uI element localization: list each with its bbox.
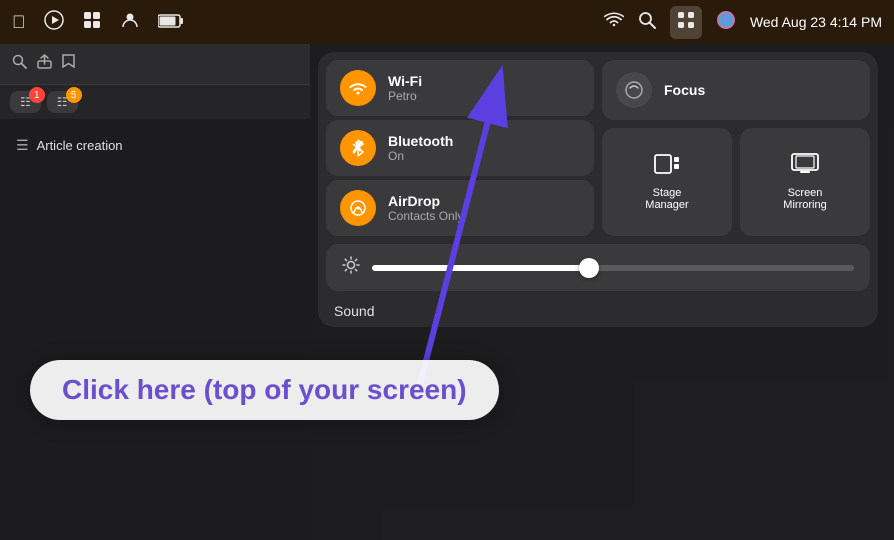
apple-icon[interactable]:  (12, 12, 26, 33)
sidebar-item-label: Article creation (37, 138, 123, 153)
cc-focus-icon (616, 72, 652, 108)
cc-bluetooth-text: Bluetooth On (388, 133, 453, 163)
cc-sound-label: Sound (326, 299, 870, 319)
brightness-slider-track[interactable] (372, 265, 854, 271)
cc-airdrop-text: AirDrop Contacts Only (388, 193, 463, 223)
brightness-slider-fill (372, 265, 589, 271)
menubar-datetime: Wed Aug 23 4:14 PM (750, 14, 882, 30)
cc-screen-mirroring-icon (791, 153, 819, 181)
browser-area: ☷ 1 ☷ 5 ☰ Article creation (0, 44, 310, 540)
search-icon[interactable] (638, 11, 656, 34)
cc-stage-manager-tile[interactable]: StageManager (602, 128, 732, 236)
cc-wifi-title: Wi-Fi (388, 73, 422, 89)
cc-bluetooth-subtitle: On (388, 149, 453, 163)
cc-panel: Wi-Fi Petro ✗ Bluetooth On (318, 52, 878, 327)
menubar:  Wed Au (0, 0, 894, 44)
cc-wifi-subtitle: Petro (388, 89, 422, 103)
grid-icon[interactable] (82, 10, 102, 35)
main-area: ☷ 1 ☷ 5 ☰ Article creation (0, 44, 894, 540)
brightness-icon (342, 256, 360, 279)
cc-bluetooth-tile[interactable]: ✗ Bluetooth On (326, 120, 594, 176)
share-icon[interactable] (37, 54, 52, 74)
control-center-panel: Wi-Fi Petro ✗ Bluetooth On (310, 44, 894, 540)
play-icon[interactable] (44, 10, 64, 35)
sidebar-item-article[interactable]: ☰ Article creation (10, 129, 300, 162)
tab-item-1[interactable]: ☷ 1 (10, 91, 41, 113)
brightness-slider-thumb[interactable] (579, 258, 599, 278)
cc-wifi-icon (340, 70, 376, 106)
cc-bluetooth-title: Bluetooth (388, 133, 453, 149)
battery-icon[interactable] (158, 12, 184, 33)
cc-right-column: Focus StageManager ScreenMirrorin (602, 60, 870, 236)
cc-airdrop-subtitle: Contacts Only (388, 209, 463, 223)
cc-screen-mirroring-tile[interactable]: ScreenMirroring (740, 128, 870, 236)
cc-network-group: Wi-Fi Petro ✗ Bluetooth On (326, 60, 594, 236)
menubar-left:  (12, 10, 184, 35)
siri-icon[interactable] (716, 10, 736, 35)
cc-wifi-text: Wi-Fi Petro (388, 73, 422, 103)
cc-airdrop-title: AirDrop (388, 193, 463, 209)
cc-airdrop-icon (340, 190, 376, 226)
control-center-icon[interactable] (670, 6, 702, 39)
cc-stage-manager-icon (654, 153, 680, 181)
cc-bluetooth-icon: ✗ (340, 130, 376, 166)
cc-wifi-tile[interactable]: Wi-Fi Petro (326, 60, 594, 116)
tab-bar: ☷ 1 ☷ 5 (0, 85, 310, 119)
menubar-right: Wed Aug 23 4:14 PM (604, 6, 882, 39)
tab-badge-1: 1 (29, 87, 45, 103)
cc-stage-manager-label: StageManager (645, 187, 688, 211)
browser-toolbar (0, 44, 310, 85)
search-toolbar-icon[interactable] (12, 54, 27, 74)
cc-screen-mirroring-label: ScreenMirroring (783, 187, 826, 211)
bookmark-icon[interactable] (62, 54, 75, 74)
click-here-banner: Click here (top of your screen) (30, 360, 499, 420)
cc-brightness-slider-row (326, 244, 870, 291)
sidebar-content: ☰ Article creation (0, 119, 310, 172)
person-icon[interactable] (120, 10, 140, 35)
tab-item-2[interactable]: ☷ 5 (47, 91, 78, 113)
article-icon: ☰ (16, 137, 29, 154)
cc-focus-tile[interactable]: Focus (602, 60, 870, 120)
cc-bottom-tiles: StageManager ScreenMirroring (602, 128, 870, 236)
wifi-icon[interactable] (604, 12, 624, 33)
cc-airdrop-tile[interactable]: AirDrop Contacts Only (326, 180, 594, 236)
cc-focus-title: Focus (664, 82, 705, 98)
tab-badge-2: 5 (66, 87, 82, 103)
